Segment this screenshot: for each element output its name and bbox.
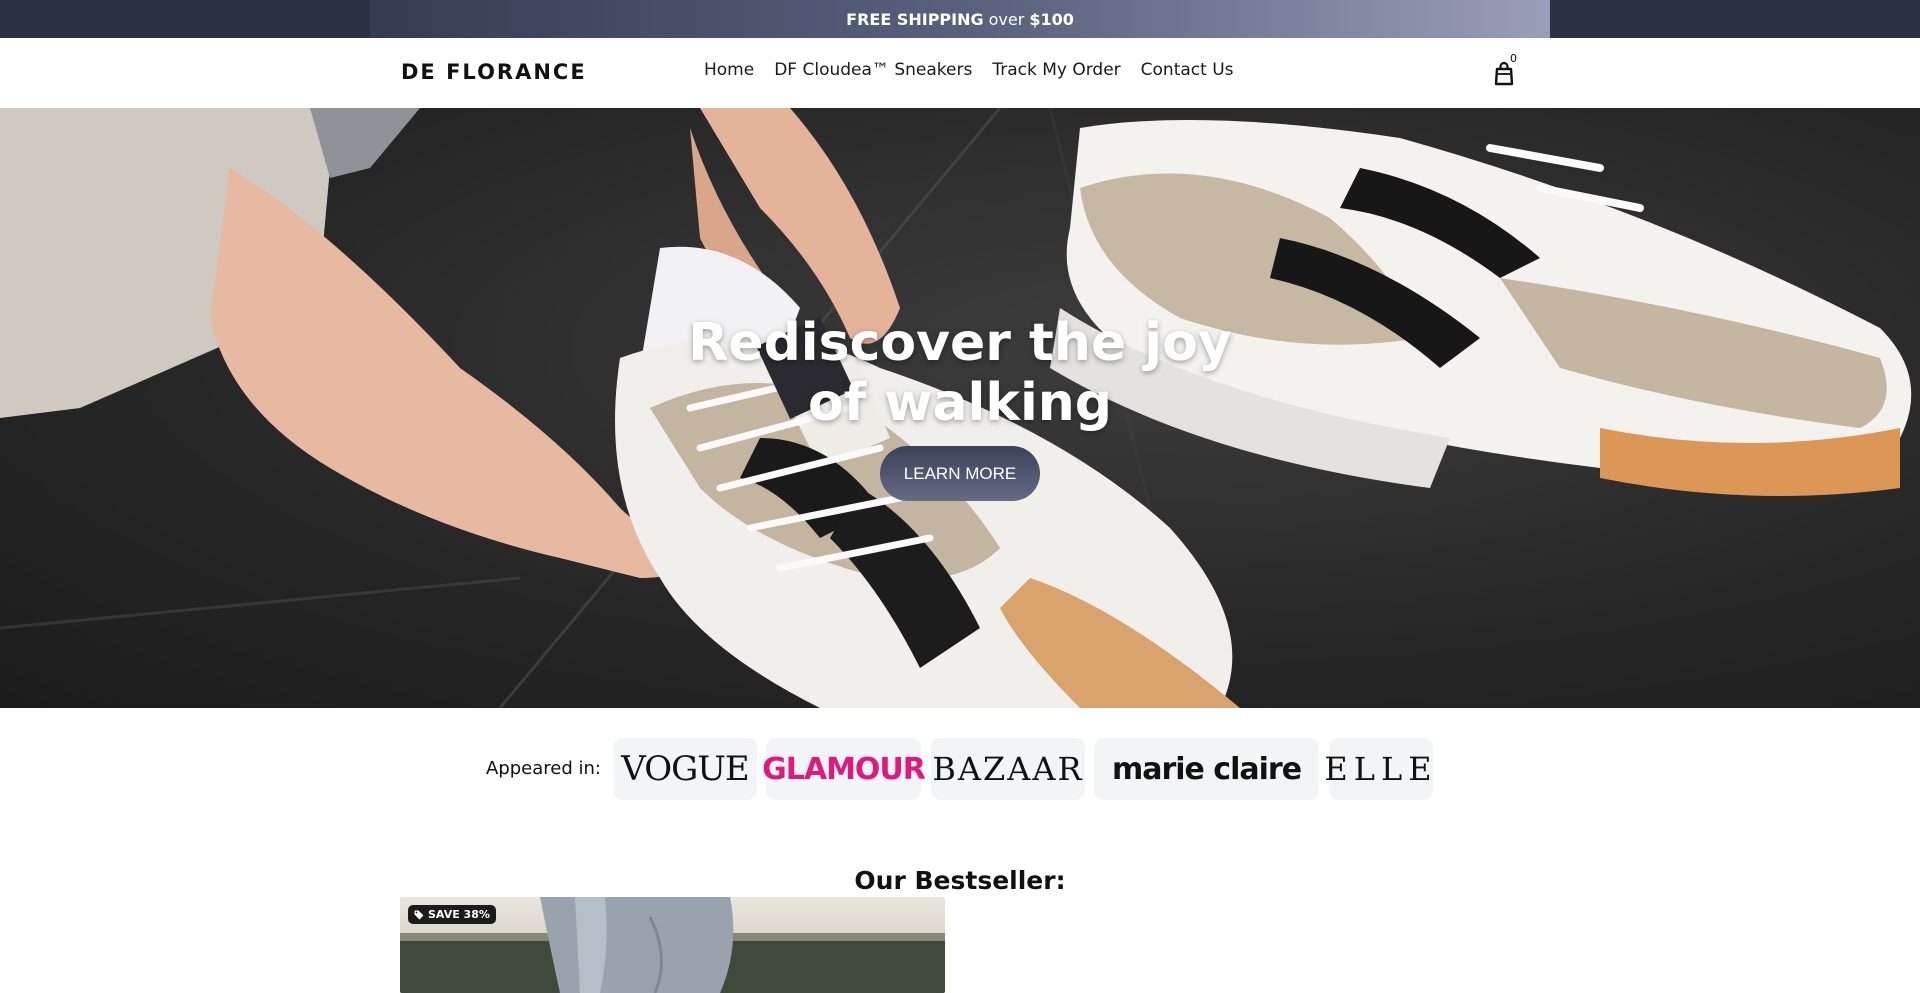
announcement-free-shipping: FREE SHIPPING (846, 9, 984, 29)
nav-contact[interactable]: Contact Us (1141, 60, 1234, 80)
press-logo-glamour: GLAMOUR (762, 738, 926, 800)
announcement-banner: FREE SHIPPING over $100 (370, 0, 1550, 38)
save-badge: SAVE 38% (408, 905, 496, 924)
learn-more-button[interactable]: LEARN MORE (880, 446, 1040, 501)
press-logo-marie-claire: marie claire (1094, 738, 1319, 800)
press-section: Appeared in: VOGUE GLAMOUR BAZAAR marie … (0, 738, 1920, 802)
tag-icon (414, 910, 424, 919)
nav-home[interactable]: Home (704, 60, 754, 80)
hero-banner: Rediscover the joy of walking LEARN MORE (0, 108, 1920, 708)
marie-claire-logo: marie claire (1111, 751, 1302, 787)
press-logo-bazaar: BAZAAR (931, 738, 1085, 800)
announcement-over: over (988, 9, 1025, 29)
nav-sneakers[interactable]: DF Cloudea™ Sneakers (774, 60, 972, 80)
bazaar-logo: BAZAAR (932, 750, 1084, 788)
nav-track-order[interactable]: Track My Order (992, 60, 1120, 80)
save-badge-label: SAVE 38% (428, 908, 490, 921)
press-label: Appeared in: (486, 758, 601, 779)
announcement-bar: FREE SHIPPING over $100 (0, 0, 1920, 38)
announcement-amount: $100 (1029, 9, 1074, 29)
brand-logo[interactable]: DE FLORANCE (401, 60, 587, 84)
hero-title: Rediscover the joy of walking (688, 313, 1232, 433)
site-header: DE FLORANCE Home DF Cloudea™ Sneakers Tr… (0, 38, 1920, 108)
vogue-logo: VOGUE (621, 749, 749, 789)
glamour-logo: GLAMOUR (762, 751, 926, 787)
bestseller-title: Our Bestseller: (854, 866, 1066, 895)
cart-count: 0 (1510, 52, 1517, 65)
main-nav: Home DF Cloudea™ Sneakers Track My Order… (704, 60, 1234, 80)
press-logo-vogue: VOGUE (613, 738, 757, 800)
elle-logo: ELLE (1324, 750, 1438, 788)
bestseller-product-image[interactable]: SAVE 38% (400, 897, 945, 993)
press-logo-elle: ELLE (1324, 738, 1433, 800)
